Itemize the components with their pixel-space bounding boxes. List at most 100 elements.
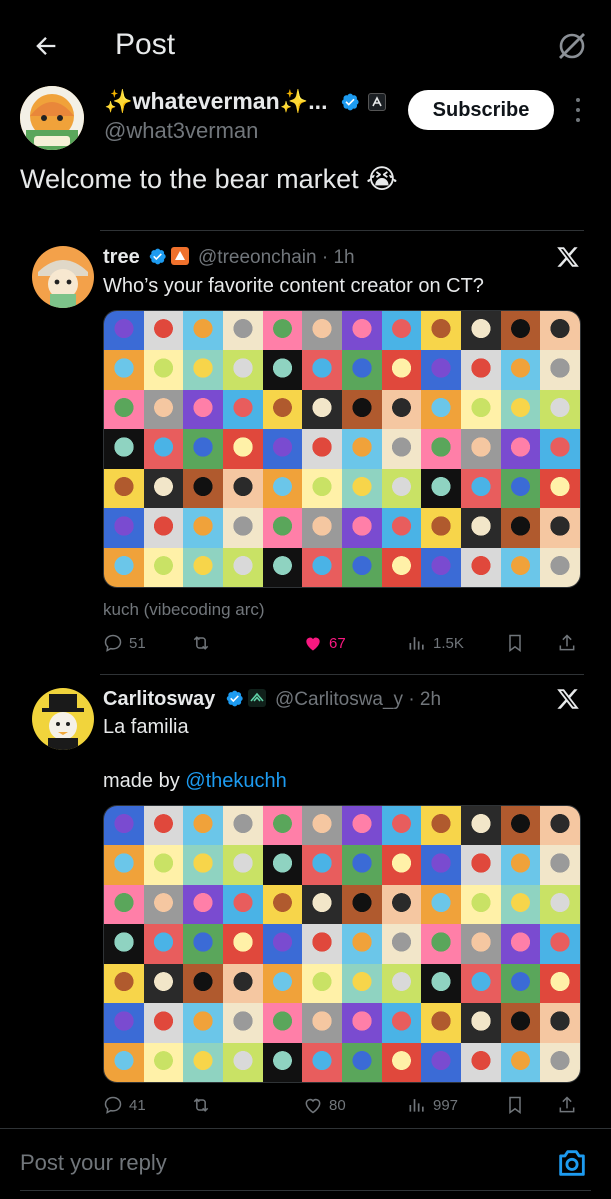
collage-tile xyxy=(223,806,263,846)
collage-tile xyxy=(143,963,184,1004)
quote-media-image[interactable] xyxy=(103,805,581,1083)
collage-tile xyxy=(183,924,223,964)
collage-tile xyxy=(262,311,303,351)
collage-tile xyxy=(381,1042,422,1082)
reply-count: 51 xyxy=(129,634,146,652)
bookmark-action[interactable] xyxy=(505,633,525,653)
collage-tile xyxy=(143,311,184,351)
collage-tile xyxy=(223,389,263,430)
collage-tile xyxy=(104,350,144,390)
collage-tile xyxy=(461,806,501,846)
verified-icon xyxy=(149,248,166,265)
collage-tile xyxy=(381,1003,422,1043)
collage-tile xyxy=(262,1042,303,1082)
collage-tile xyxy=(540,806,580,846)
collage-tile xyxy=(223,468,263,509)
repost-action[interactable] xyxy=(191,1095,211,1115)
quote-handle-time[interactable]: @treeonchain · 1h xyxy=(198,247,355,269)
collage-tile xyxy=(143,1003,184,1043)
share-action[interactable] xyxy=(557,1095,577,1115)
reply-action[interactable]: 41 xyxy=(103,1095,146,1115)
collage-tile xyxy=(262,508,303,548)
views-action[interactable]: 1.5K xyxy=(407,633,464,653)
collage-tile xyxy=(421,389,461,430)
separator xyxy=(0,1128,611,1129)
collage-tile xyxy=(342,508,382,548)
collage-tile xyxy=(461,508,501,548)
collage-tile xyxy=(500,884,541,925)
x-logo-icon xyxy=(557,247,579,267)
collage-tile xyxy=(262,547,303,587)
collage-tile xyxy=(381,468,422,509)
reply-action[interactable]: 51 xyxy=(103,633,146,653)
reply-underline xyxy=(20,1190,591,1191)
collage-tile xyxy=(461,389,501,430)
collage-tile xyxy=(262,845,303,885)
collage-tile xyxy=(381,350,422,390)
quote-author-name[interactable]: tree xyxy=(103,246,140,269)
collage-tile xyxy=(342,806,382,846)
media-caption: kuch (vibecoding arc) xyxy=(103,600,265,619)
collage-tile xyxy=(421,350,461,390)
collage-tile xyxy=(381,924,422,964)
collage-tile xyxy=(540,468,580,509)
collage-tile xyxy=(461,468,501,509)
repost-action[interactable] xyxy=(191,633,211,653)
subscribe-button[interactable]: Subscribe xyxy=(408,90,554,130)
reply-icon xyxy=(104,634,122,652)
collage-tile xyxy=(342,845,382,885)
collage-tile xyxy=(104,963,144,1004)
like-count: 67 xyxy=(329,634,346,652)
collage-tile xyxy=(381,963,422,1004)
like-count: 80 xyxy=(329,1096,346,1114)
collage-tile xyxy=(223,311,263,351)
quote-avatar[interactable] xyxy=(32,246,94,308)
quote-author-name[interactable]: Carlitosway xyxy=(103,688,215,711)
collage-tile xyxy=(421,468,461,509)
grok-button[interactable] xyxy=(552,26,592,66)
collage-tile xyxy=(540,350,580,390)
camera-button[interactable] xyxy=(555,1146,589,1180)
reply-input[interactable] xyxy=(20,1148,520,1178)
collage-tile xyxy=(421,845,461,885)
more-options-button[interactable] xyxy=(568,96,588,124)
collage-tile xyxy=(342,1042,382,1082)
collage-tile xyxy=(500,1003,541,1043)
views-icon xyxy=(409,1099,424,1112)
collage-tile xyxy=(262,963,303,1004)
collage-tile xyxy=(143,806,184,846)
separator xyxy=(100,230,584,231)
collage-tile xyxy=(104,1003,144,1043)
x-logo-icon xyxy=(557,689,579,709)
collage-tile xyxy=(500,845,541,885)
collage-tile xyxy=(342,924,382,964)
collage-tile xyxy=(262,468,303,509)
collage-tile xyxy=(500,429,541,469)
collage-tile xyxy=(461,1003,501,1043)
like-action[interactable]: 80 xyxy=(303,1095,346,1115)
mention-link[interactable]: @thekuchh xyxy=(185,770,286,792)
author-name[interactable]: ✨whateverman✨... xyxy=(104,88,327,115)
collage-tile xyxy=(104,884,144,925)
share-action[interactable] xyxy=(557,633,577,653)
collage-tile xyxy=(342,389,382,430)
author-handle[interactable]: @what3verman xyxy=(104,118,258,144)
repost-icon xyxy=(193,1098,209,1112)
author-avatar[interactable] xyxy=(20,86,84,150)
quote-avatar[interactable] xyxy=(32,688,94,750)
collage-tile xyxy=(500,924,541,964)
collage-tile xyxy=(262,806,303,846)
back-button[interactable] xyxy=(26,26,66,66)
collage-tile xyxy=(302,1042,342,1082)
like-action[interactable]: 67 xyxy=(303,633,346,653)
views-action[interactable]: 997 xyxy=(407,1095,458,1115)
quote-media-image[interactable] xyxy=(103,310,581,588)
collage-tile xyxy=(540,311,580,351)
quote-text-line1: La familia xyxy=(103,716,189,738)
collage-tile xyxy=(342,311,382,351)
collage-tile xyxy=(104,1042,144,1082)
quote-handle-time[interactable]: @Carlitoswa_y · 2h xyxy=(275,689,441,711)
bookmark-action[interactable] xyxy=(505,1095,525,1115)
collage-tile xyxy=(302,806,342,846)
collage-tile xyxy=(262,389,303,430)
